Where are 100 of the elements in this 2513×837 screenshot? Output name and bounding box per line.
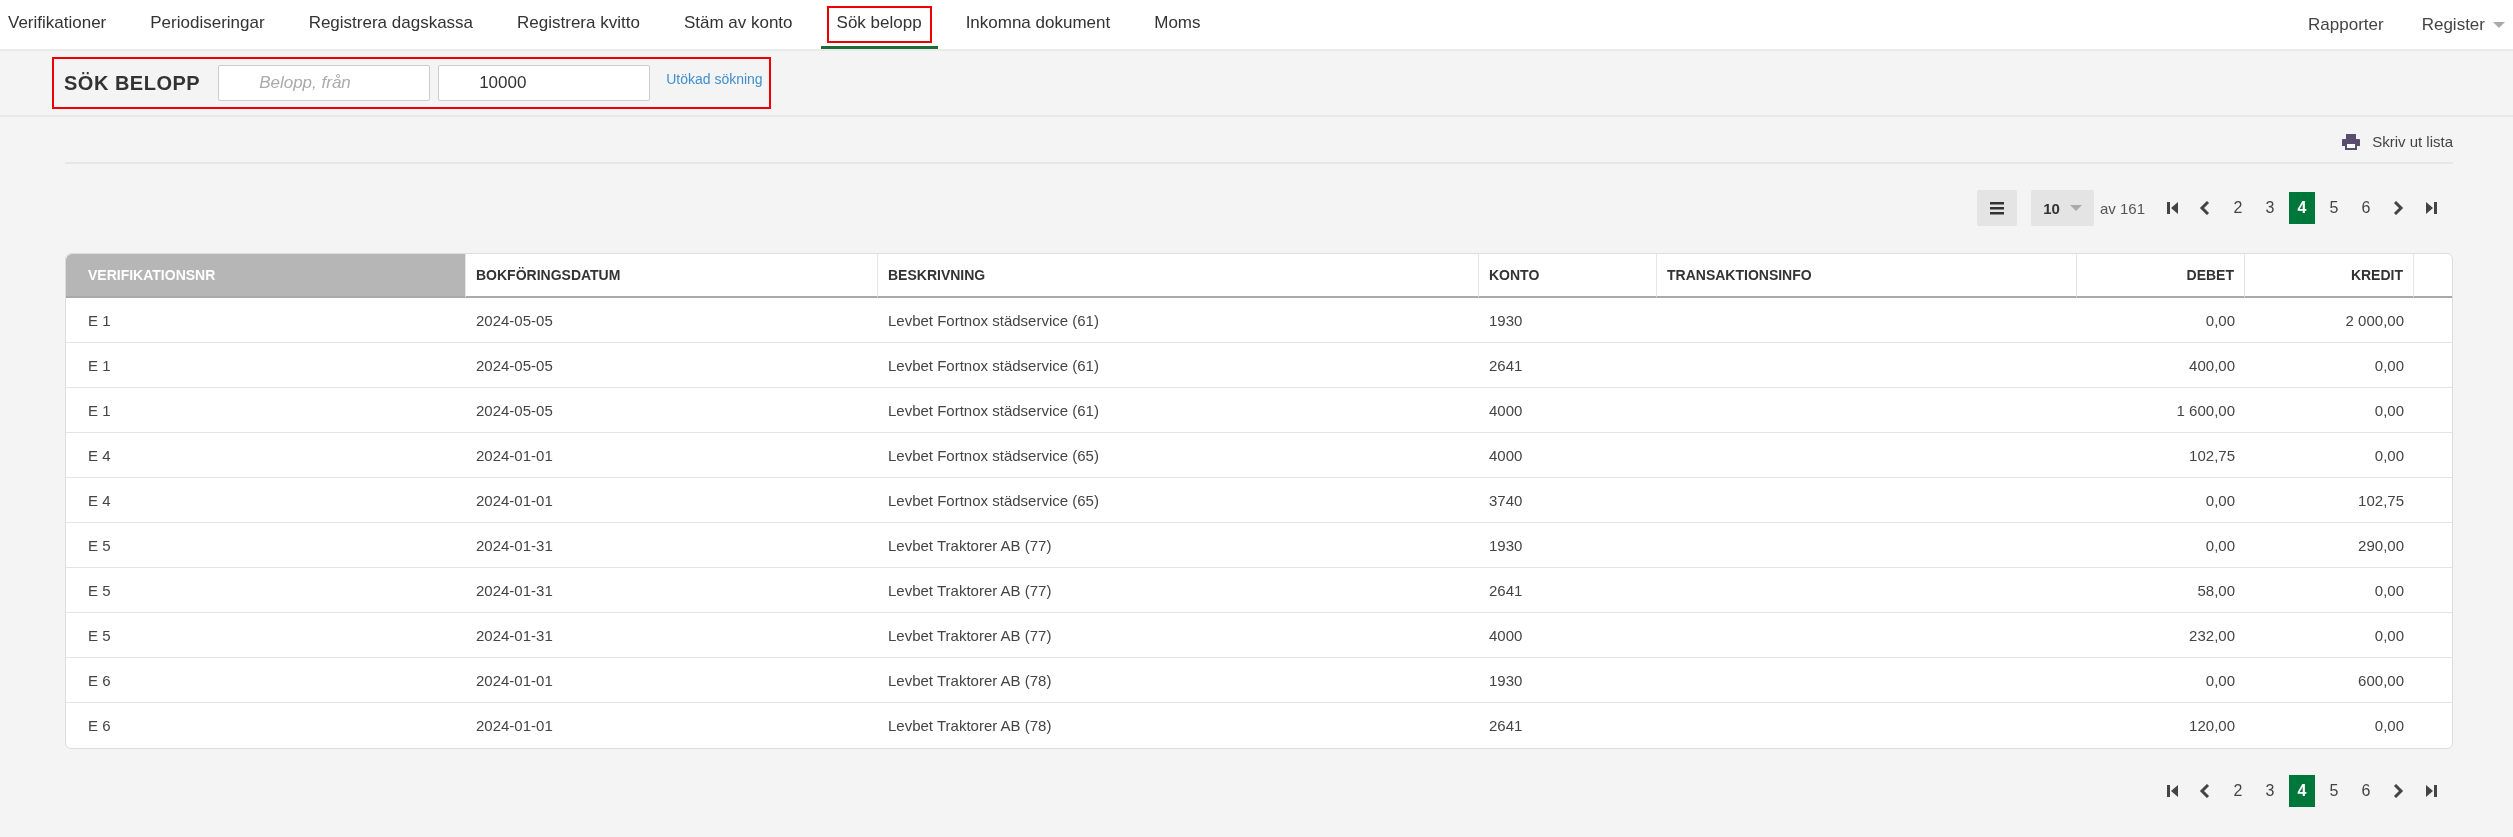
table-cell: 0,00 bbox=[2205, 491, 2235, 509]
table-cell: 600,00 bbox=[2358, 671, 2404, 689]
nav-tab[interactable]: Registrera dagskassa bbox=[300, 0, 482, 49]
amount-to-field[interactable]: 10000 bbox=[438, 65, 651, 101]
table-cell: 2024-05-05 bbox=[476, 401, 553, 419]
table-cell: 0,00 bbox=[2374, 581, 2404, 599]
table-cell: Levbet Traktorer AB (77) bbox=[888, 626, 1052, 644]
column-header[interactable]: BESKRIVNING bbox=[878, 254, 1479, 298]
table-cell: Levbet Fortnox städservice (65) bbox=[888, 446, 1099, 464]
previous-page-icon[interactable] bbox=[2199, 784, 2212, 798]
table-cell: 232,00 bbox=[2189, 626, 2235, 644]
table-cell: 1930 bbox=[1489, 536, 1523, 554]
page-link[interactable]: 5 bbox=[2321, 775, 2347, 807]
table-cell: 400,00 bbox=[2189, 356, 2235, 374]
print-list-link[interactable]: Skriv ut lista bbox=[2342, 133, 2453, 150]
nav-tab[interactable]: Moms bbox=[1146, 0, 1209, 49]
table-cell: 4000 bbox=[1489, 626, 1523, 644]
table-cell: 2024-01-01 bbox=[476, 717, 553, 734]
menu-icon[interactable] bbox=[1977, 190, 2018, 226]
table-cell: Levbet Traktorer AB (78) bbox=[888, 671, 1052, 689]
table-cell: 3740 bbox=[1489, 491, 1523, 509]
table-cell: 290,00 bbox=[2358, 536, 2404, 554]
table-cell: Levbet Traktorer AB (78) bbox=[888, 717, 1052, 734]
table-cell: 0,00 bbox=[2374, 446, 2404, 464]
table-cell: E 5 bbox=[88, 626, 111, 644]
last-page-icon[interactable] bbox=[2425, 784, 2438, 798]
table-cell: 4000 bbox=[1489, 446, 1523, 464]
total-count: av 161 bbox=[2099, 199, 2145, 217]
table-cell: 2024-05-05 bbox=[476, 311, 553, 329]
nav-menu[interactable]: Rapporter bbox=[2308, 14, 2384, 35]
caret-icon bbox=[2069, 205, 2082, 211]
table-cell: 2024-01-31 bbox=[476, 536, 553, 554]
page-link[interactable]: 4 bbox=[2289, 775, 2315, 807]
table-cell: Levbet Fortnox städservice (61) bbox=[888, 401, 1099, 419]
previous-page-icon[interactable] bbox=[2199, 201, 2212, 215]
nav-tab[interactable]: Stäm av konto bbox=[675, 0, 801, 49]
table-cell: 120,00 bbox=[2189, 717, 2235, 734]
first-page-icon[interactable] bbox=[2166, 201, 2179, 215]
search-title: SÖK BELOPP bbox=[64, 71, 201, 95]
table-cell: 0,00 bbox=[2205, 311, 2235, 329]
table-cell: E 4 bbox=[88, 446, 111, 464]
table-cell: 4000 bbox=[1489, 401, 1523, 419]
page-link[interactable]: 3 bbox=[2257, 775, 2283, 807]
table-cell: E 6 bbox=[88, 717, 111, 734]
page-link[interactable]: 3 bbox=[2257, 192, 2283, 224]
table-cell: 2024-05-05 bbox=[476, 356, 553, 374]
table-cell: 1930 bbox=[1489, 671, 1523, 689]
table-cell: 102,75 bbox=[2189, 446, 2235, 464]
table-cell: 0,00 bbox=[2374, 626, 2404, 644]
table-cell: E 1 bbox=[88, 401, 111, 419]
table-cell: E 1 bbox=[88, 356, 111, 374]
last-page-icon[interactable] bbox=[2425, 201, 2438, 215]
page-link[interactable]: 5 bbox=[2321, 192, 2347, 224]
table-cell: 2024-01-01 bbox=[476, 491, 553, 509]
page-link[interactable]: 6 bbox=[2353, 192, 2379, 224]
amount-from-field[interactable]: Belopp, från bbox=[218, 65, 431, 101]
table-cell: 0,00 bbox=[2205, 671, 2235, 689]
nav-tab[interactable]: Verifikationer bbox=[0, 0, 115, 49]
table-cell: Levbet Fortnox städservice (61) bbox=[888, 356, 1099, 374]
table-cell: 2641 bbox=[1489, 356, 1523, 374]
table-cell: E 5 bbox=[88, 536, 111, 554]
page-link[interactable]: 4 bbox=[2289, 192, 2315, 224]
first-page-icon[interactable] bbox=[2166, 784, 2179, 798]
table-cell: 2641 bbox=[1489, 717, 1523, 734]
next-page-icon[interactable] bbox=[2392, 201, 2405, 215]
table-cell: 1 600,00 bbox=[2176, 401, 2235, 419]
table-cell: 2 000,00 bbox=[2345, 311, 2404, 329]
page-link[interactable]: 2 bbox=[2225, 192, 2251, 224]
table-cell: 0,00 bbox=[2374, 401, 2404, 419]
table-cell: 2641 bbox=[1489, 581, 1523, 599]
column-header[interactable]: KREDIT bbox=[2245, 254, 2414, 298]
table-cell: Levbet Fortnox städservice (65) bbox=[888, 491, 1099, 509]
column-header[interactable]: KONTO bbox=[1479, 254, 1657, 298]
page-link[interactable]: 2 bbox=[2225, 775, 2251, 807]
table-cell: Levbet Traktorer AB (77) bbox=[888, 536, 1052, 554]
column-header[interactable]: BOKFÖRINGSDATUM bbox=[466, 254, 878, 298]
table-cell: 102,75 bbox=[2358, 491, 2404, 509]
page-size-select[interactable]: 10 bbox=[2031, 190, 2094, 226]
table-cell: 0,00 bbox=[2374, 717, 2404, 734]
nav-tab[interactable]: Inkomna dokument bbox=[957, 0, 1119, 49]
table-cell: 0,00 bbox=[2374, 356, 2404, 374]
column-header[interactable]: TRANSAKTIONSINFO bbox=[1657, 254, 2077, 298]
table-cell: 2024-01-31 bbox=[476, 581, 553, 599]
table-cell: 2024-01-01 bbox=[476, 446, 553, 464]
nav-tab[interactable]: Periodiseringar bbox=[142, 0, 273, 49]
table-cell: E 4 bbox=[88, 491, 111, 509]
nav-tab[interactable]: Sök belopp bbox=[820, 0, 938, 49]
next-page-icon[interactable] bbox=[2392, 784, 2405, 798]
nav-menu[interactable]: Register bbox=[2421, 14, 2505, 35]
table-cell: Levbet Traktorer AB (77) bbox=[888, 581, 1052, 599]
table-cell: 2024-01-01 bbox=[476, 671, 553, 689]
table-cell: 1930 bbox=[1489, 311, 1523, 329]
table-cell: 58,00 bbox=[2197, 581, 2235, 599]
page-link[interactable]: 6 bbox=[2353, 775, 2379, 807]
printer-icon[interactable] bbox=[2342, 133, 2361, 150]
column-header[interactable]: DEBET bbox=[2077, 254, 2245, 298]
table-cell: Levbet Fortnox städservice (61) bbox=[888, 311, 1099, 329]
table-cell: E 1 bbox=[88, 311, 111, 329]
table-cell: 2024-01-31 bbox=[476, 626, 553, 644]
nav-tab[interactable]: Registrera kvitto bbox=[509, 0, 648, 49]
